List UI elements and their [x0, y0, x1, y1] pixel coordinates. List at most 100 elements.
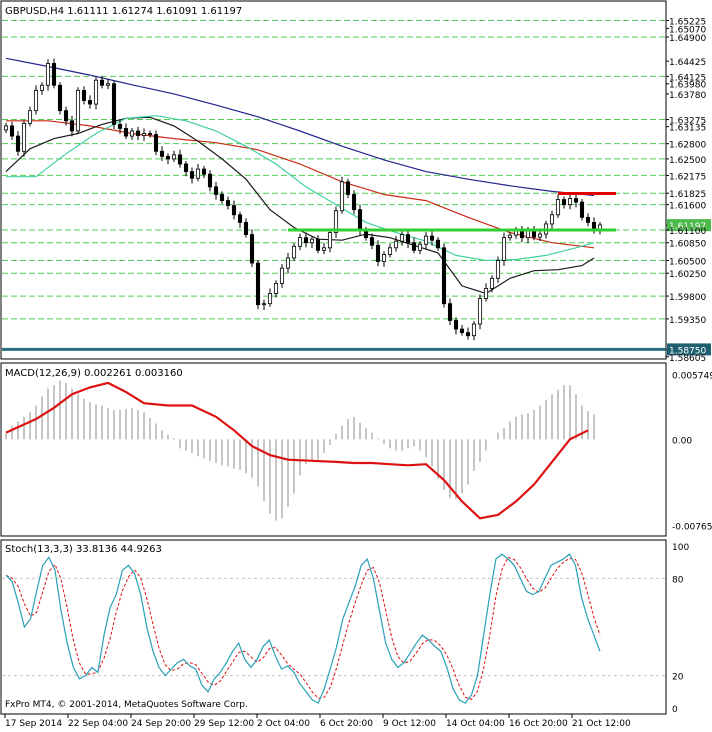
candle-body [69, 120, 75, 132]
candle-body [171, 154, 177, 160]
candle-body [453, 320, 459, 330]
candle-body [249, 234, 255, 264]
stochastic-tick-label: 100 [672, 543, 689, 553]
candle-body [393, 240, 399, 249]
candle-body [291, 245, 297, 259]
price-tick-label: 1.60250 [669, 270, 706, 280]
price-tick-label: 1.59350 [669, 316, 706, 326]
copyright-text: FxPro MT4, © 2001-2014, MetaQuotes Softw… [5, 700, 248, 710]
candle-body [165, 155, 171, 160]
candle-body [441, 247, 447, 305]
price-tick-label: 1.61100 [669, 227, 706, 237]
candle-body [135, 130, 141, 136]
price-tick-label: 1.62175 [669, 172, 706, 182]
time-tick-label: 16 Oct 20:00 [509, 719, 568, 729]
candle-body [87, 100, 93, 105]
candle-body [411, 242, 417, 251]
candle-body [213, 186, 219, 195]
candle-body [369, 237, 375, 246]
candle-body [387, 247, 393, 255]
candle-body [243, 222, 249, 236]
candle-body [57, 84, 63, 112]
candle-body [9, 125, 15, 137]
candle-body [591, 222, 597, 230]
candle-body [567, 198, 573, 206]
candle-body [129, 130, 135, 137]
candle-body [327, 232, 333, 249]
candle-body [471, 323, 477, 337]
candle-body [117, 123, 123, 129]
candle-body [267, 293, 273, 305]
candle-body [3, 125, 9, 131]
candle-body [315, 238, 321, 251]
candle-body [63, 110, 69, 122]
stochastic-title: Stoch(13,3,3) 33.8136 44.9263 [5, 544, 162, 555]
candle-body [351, 194, 357, 211]
candle-body [81, 89, 87, 101]
candle-body [285, 257, 291, 269]
candle-body [465, 332, 471, 337]
time-tick-label: 24 Sep 20:00 [131, 719, 191, 729]
candle-body [357, 209, 363, 231]
candle-body [429, 235, 435, 241]
time-tick-label: 21 Oct 12:00 [572, 719, 631, 729]
candle-body [273, 282, 279, 294]
stochastic-tick-label: 80 [672, 575, 684, 585]
candle-body [459, 328, 465, 334]
candle-body [279, 267, 285, 284]
candle-body [495, 260, 501, 279]
candle-body [399, 234, 405, 242]
candle-body [537, 233, 543, 238]
candle-body [123, 128, 129, 137]
candle-body [225, 200, 231, 207]
candle-body [339, 181, 345, 212]
time-tick-label: 22 Sep 04:00 [68, 719, 128, 729]
candle-body [21, 122, 27, 152]
candle-body [489, 277, 495, 289]
macd-tick-label: 0.005749 [672, 371, 712, 381]
candle-body [27, 110, 33, 124]
stochastic-tick-label: 20 [672, 673, 684, 683]
candle-body [15, 135, 21, 152]
time-tick-label: 6 Oct 20:00 [320, 719, 373, 729]
candle-body [573, 198, 579, 203]
price-tick-label: 1.63980 [669, 81, 706, 91]
candle-body [597, 224, 603, 230]
candle-body [195, 168, 201, 179]
candle-body [201, 168, 207, 175]
price-tick-label: 1.61825 [669, 190, 706, 200]
candle-body [261, 303, 267, 306]
candle-body [255, 262, 261, 306]
candle-body [345, 181, 351, 195]
price-tick-label: 1.64425 [669, 58, 706, 68]
price-tick-label: 1.62800 [669, 141, 706, 151]
candle-body [207, 173, 213, 188]
price-tick-label: 1.61600 [669, 202, 706, 212]
candle-body [141, 133, 147, 136]
candle-body [237, 214, 243, 223]
candle-body [381, 254, 387, 262]
price-tick-label: 1.64900 [669, 34, 706, 44]
candle-body [183, 163, 189, 173]
candle-body [519, 230, 525, 239]
candle-body [309, 238, 315, 244]
candle-body [105, 83, 111, 86]
stochastic-tick-label: 0 [672, 705, 678, 715]
time-tick-label: 14 Oct 04:00 [446, 719, 505, 729]
candle-body [99, 79, 105, 86]
macd-tick-label: 0.00 [672, 436, 692, 446]
candle-body [447, 303, 453, 321]
price-title: GBPUSD,H4 1.61111 1.61274 1.61091 1.6119… [5, 6, 242, 17]
candle-body [189, 171, 195, 179]
time-tick-label: 17 Sep 2014 [5, 719, 62, 729]
candle-body [423, 235, 429, 245]
candle-body [561, 199, 567, 206]
candle-body [75, 89, 81, 132]
time-tick-label: 2 Oct 04:00 [257, 719, 310, 729]
time-tick-label: 29 Sep 12:00 [194, 719, 254, 729]
price-tick-label: 1.63780 [669, 91, 706, 101]
candle-body [585, 216, 591, 223]
candle-body [297, 237, 303, 247]
price-tick-label: 1.60850 [669, 240, 706, 250]
candle-body [45, 63, 51, 86]
